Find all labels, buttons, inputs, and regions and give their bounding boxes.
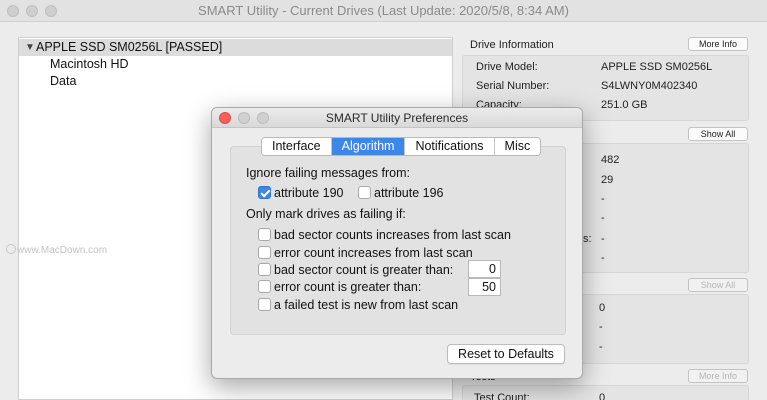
- drive-information-heading: Drive Information: [470, 39, 554, 51]
- error-count-increase-checkbox[interactable]: [258, 246, 271, 259]
- more-info-button[interactable]: More Info: [688, 37, 748, 51]
- error-count-threshold-label[interactable]: error count is greater than:: [274, 280, 421, 294]
- attribute-196-label[interactable]: attribute 196: [374, 186, 444, 200]
- attribute-value: -: [601, 252, 605, 264]
- info-label: Drive Model:: [476, 61, 538, 73]
- error-value: -: [599, 321, 603, 333]
- error-count-threshold-field[interactable]: 50: [468, 278, 501, 296]
- failed-test-new-label[interactable]: a failed test is new from last scan: [274, 298, 458, 312]
- drive-label: APPLE SSD SM0256L [PASSED]: [36, 40, 223, 54]
- attribute-196-checkbox[interactable]: [358, 186, 371, 199]
- main-titlebar: SMART Utility - Current Drives (Last Upd…: [0, 0, 767, 22]
- disclosure-triangle-icon[interactable]: ▼: [25, 39, 35, 56]
- dialog-title: SMART Utility Preferences: [325, 111, 469, 125]
- info-value: S4LWNY0M402340: [601, 80, 698, 92]
- window-title: SMART Utility - Current Drives (Last Upd…: [198, 3, 569, 18]
- tab-algorithm[interactable]: Algorithm: [331, 138, 406, 155]
- tab-misc[interactable]: Misc: [494, 138, 541, 155]
- reset-to-defaults-button[interactable]: Reset to Defaults: [447, 344, 565, 364]
- error-value: 0: [599, 302, 606, 314]
- attribute-190-label[interactable]: attribute 190: [274, 186, 344, 200]
- watermark-logo-icon: [6, 244, 16, 254]
- tab-notifications[interactable]: Notifications: [405, 138, 495, 155]
- bad-sector-increase-label[interactable]: bad sector counts increases from last sc…: [274, 228, 511, 242]
- ignore-heading: Ignore failing messages from:: [246, 166, 410, 180]
- show-all-button[interactable]: Show All: [688, 127, 748, 141]
- bad-sector-threshold-checkbox[interactable]: [258, 263, 271, 276]
- info-value: APPLE SSD SM0256L: [601, 61, 713, 73]
- failed-test-new-checkbox[interactable]: [258, 298, 271, 311]
- error-count-increase-label[interactable]: error count increases from last scan: [274, 246, 473, 260]
- bad-sector-threshold-field[interactable]: 0: [468, 260, 501, 278]
- preferences-dialog: SMART Utility Preferences Interface Algo…: [211, 107, 583, 379]
- attribute-value: 482: [601, 154, 620, 166]
- mark-heading: Only mark drives as failing if:: [246, 207, 406, 221]
- watermark: www.MacDown.com: [6, 244, 107, 256]
- info-value: 0: [599, 392, 606, 400]
- tab-interface[interactable]: Interface: [262, 138, 332, 155]
- tree-volume-row[interactable]: Macintosh HD: [19, 56, 452, 73]
- watermark-text: www.MacDown.com: [17, 245, 108, 256]
- tab-bar: Interface Algorithm Notifications Misc: [261, 137, 542, 156]
- attribute-190-checkbox[interactable]: [258, 186, 271, 199]
- show-all-button-disabled[interactable]: Show All: [688, 278, 748, 292]
- info-value: 251.0 GB: [601, 99, 648, 111]
- bad-sector-increase-checkbox[interactable]: [258, 228, 271, 241]
- attribute-value: -: [601, 193, 605, 205]
- error-value: -: [599, 341, 603, 353]
- attribute-value: -: [601, 212, 605, 224]
- info-label: Test Count:: [474, 392, 530, 400]
- bad-sector-threshold-label[interactable]: bad sector count is greater than:: [274, 263, 453, 277]
- attribute-value: -: [601, 233, 605, 245]
- tree-volume-row[interactable]: Data: [19, 73, 452, 90]
- info-label: Serial Number:: [476, 80, 550, 92]
- attribute-value: 29: [601, 174, 614, 186]
- error-count-threshold-checkbox[interactable]: [258, 280, 271, 293]
- volume-label: Data: [50, 74, 77, 88]
- dialog-titlebar: SMART Utility Preferences: [212, 108, 582, 128]
- more-info-button-disabled[interactable]: More Info: [688, 369, 748, 383]
- volume-label: Macintosh HD: [50, 57, 129, 71]
- tree-drive-row[interactable]: ▼ APPLE SSD SM0256L [PASSED]: [19, 39, 452, 56]
- attribute-label: s:: [583, 233, 592, 245]
